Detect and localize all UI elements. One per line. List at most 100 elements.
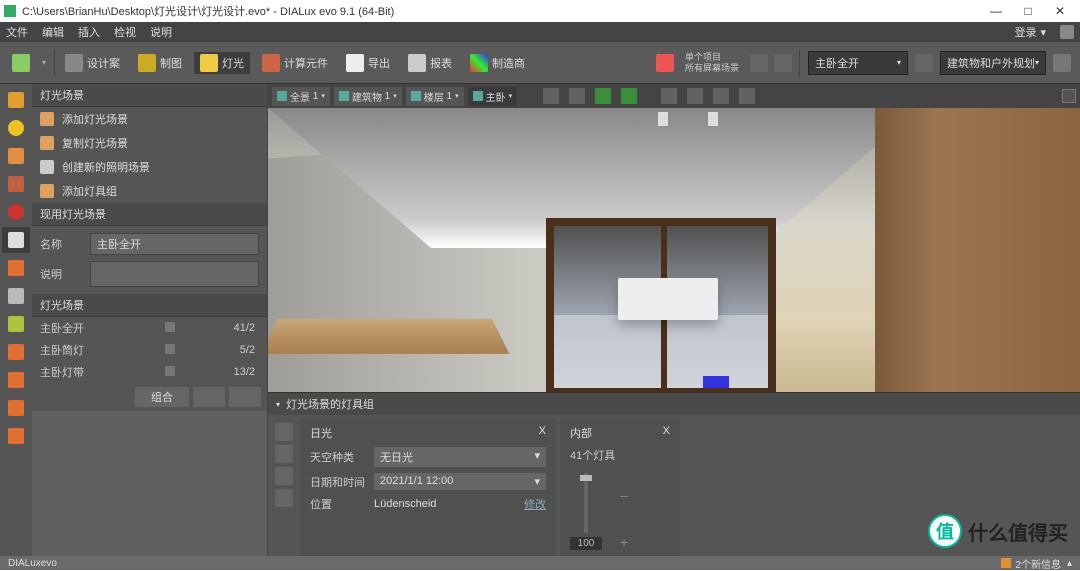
vtool-1[interactable] — [2, 87, 30, 113]
viewtool-5[interactable] — [661, 88, 677, 104]
viewport-3d[interactable] — [268, 108, 1080, 392]
vtool-3[interactable] — [2, 143, 30, 169]
desc-input[interactable] — [90, 261, 259, 287]
option-b-icon[interactable] — [774, 54, 792, 72]
save-button[interactable] — [6, 52, 40, 74]
bp-tool-settings-icon[interactable] — [275, 467, 293, 485]
checkbox-icon[interactable] — [165, 322, 175, 332]
dimmer-slider[interactable] — [584, 473, 588, 533]
login-caret-icon[interactable]: ▾ — [1040, 26, 1046, 39]
group-button-a — [193, 387, 225, 407]
vtool-4[interactable] — [2, 171, 30, 197]
vtool-scene[interactable] — [2, 227, 30, 253]
viewtool-3[interactable] — [595, 88, 611, 104]
save-caret-icon[interactable]: ▾ — [42, 58, 46, 67]
breadcrumb-building[interactable]: 建筑物 1▾ — [334, 87, 402, 106]
vtool-8[interactable] — [2, 283, 30, 309]
bp-tool-refresh-icon[interactable] — [275, 423, 293, 441]
mid-icon[interactable] — [915, 54, 933, 72]
close-button[interactable]: ✕ — [1044, 4, 1076, 18]
scene-row[interactable]: 主卧全开41/2 — [32, 317, 267, 339]
status-caret-icon[interactable]: ▴ — [1067, 558, 1072, 569]
notification-icon[interactable] — [1001, 558, 1011, 568]
tab-light[interactable]: 灯光 — [194, 52, 250, 74]
daylight-title: 日光 — [310, 425, 332, 441]
user-avatar-icon[interactable] — [1060, 25, 1074, 39]
viewtool-6[interactable] — [687, 88, 703, 104]
watermark-text: 什么值得买 — [968, 517, 1068, 546]
room-icon — [473, 91, 483, 101]
location-value: Lüdenscheid — [374, 498, 516, 510]
viewtool-7[interactable] — [713, 88, 729, 104]
dimmer-value[interactable]: 100 — [570, 537, 602, 550]
layout-dropdown[interactable]: 建筑物和户外规划▾ — [940, 51, 1046, 75]
minimize-button[interactable]: — — [980, 4, 1012, 18]
left-panel: 灯光场景 添加灯光场景 复制灯光场景 创建新的照明场景 添加灯具组 现用灯光场景… — [32, 84, 268, 556]
group-button[interactable]: 组合 — [135, 387, 189, 407]
slider-thumb-icon[interactable] — [580, 475, 592, 481]
viewtool-4[interactable] — [621, 88, 637, 104]
collapse-caret-icon[interactable]: ▾ — [276, 400, 280, 409]
scene-dropdown[interactable]: 主卧全开▾ — [808, 51, 908, 75]
window-titlebar: C:\Users\BrianHu\Desktop\灯光设计\灯光设计.evo* … — [0, 0, 1080, 22]
vtool-7[interactable] — [2, 255, 30, 281]
gizmo-icon[interactable] — [703, 376, 729, 388]
action-add-group[interactable]: 添加灯具组 — [32, 179, 267, 203]
location-edit-link[interactable]: 修改 — [524, 496, 546, 512]
menu-insert[interactable]: 插入 — [78, 24, 100, 40]
breadcrumb-panorama[interactable]: 全景 1▾ — [272, 87, 330, 106]
action-copy-scene[interactable]: 复制灯光场景 — [32, 131, 267, 155]
tab-manufacturer[interactable]: 制造商 — [464, 52, 531, 74]
sky-dropdown[interactable]: 无日光▾ — [374, 447, 546, 467]
bottom-panel-header[interactable]: ▾灯光场景的灯具组 — [268, 393, 1080, 415]
tab-design[interactable]: 设计案 — [59, 52, 126, 74]
option-a-icon[interactable] — [750, 54, 768, 72]
breadcrumb-room[interactable]: 主卧▾ — [468, 87, 518, 106]
vtool-13[interactable] — [2, 423, 30, 449]
vtool-10[interactable] — [2, 339, 30, 365]
render-bed — [268, 319, 509, 354]
action-new-lighting[interactable]: 创建新的照明场景 — [32, 155, 267, 179]
bp-tool-more-icon[interactable] — [275, 489, 293, 507]
dimmer-plus-icon[interactable]: + — [620, 534, 628, 550]
breadcrumb-floor[interactable]: 楼层 1▾ — [406, 87, 464, 106]
panel-toggle-icon[interactable] — [1053, 54, 1071, 72]
bp-tool-reset-icon[interactable] — [275, 445, 293, 463]
menu-file[interactable]: 文件 — [6, 24, 28, 40]
close-group-icon[interactable]: X — [663, 425, 670, 441]
menu-view[interactable]: 检视 — [114, 24, 136, 40]
name-input[interactable]: 主卧全开 — [90, 233, 259, 255]
login-link[interactable]: 登录 — [1014, 24, 1036, 40]
view-toolbar: 全景 1▾ 建筑物 1▾ 楼层 1▾ 主卧▾ — [268, 84, 1080, 108]
status-messages[interactable]: 2个新信息 — [1015, 556, 1061, 571]
vtool-5[interactable] — [2, 199, 30, 225]
datetime-dropdown[interactable]: 2021/1/1 12:00▾ — [374, 473, 546, 490]
add-scene-icon — [40, 112, 54, 126]
vtool-11[interactable] — [2, 367, 30, 393]
tab-drawing[interactable]: 制图 — [132, 52, 188, 74]
checkbox-icon[interactable] — [165, 344, 175, 354]
interior-title: 内部 — [570, 425, 592, 441]
tab-export[interactable]: 导出 — [340, 52, 396, 74]
menu-edit[interactable]: 编辑 — [42, 24, 64, 40]
action-add-scene[interactable]: 添加灯光场景 — [32, 107, 267, 131]
viewtool-1[interactable] — [543, 88, 559, 104]
copy-scene-icon — [40, 136, 54, 150]
scene-row[interactable]: 主卧灯带13/2 — [32, 361, 267, 383]
scene-row[interactable]: 主卧筒灯5/2 — [32, 339, 267, 361]
maximize-button[interactable]: □ — [1012, 4, 1044, 18]
viewtool-2[interactable] — [569, 88, 585, 104]
tab-report[interactable]: 报表 — [402, 52, 458, 74]
name-label: 名称 — [40, 236, 90, 252]
dimmer-minus-icon[interactable]: − — [620, 488, 628, 504]
close-group-icon[interactable]: X — [539, 425, 546, 441]
vtool-12[interactable] — [2, 395, 30, 421]
vtool-9[interactable] — [2, 311, 30, 337]
viewtool-8[interactable] — [739, 88, 755, 104]
checkbox-icon[interactable] — [165, 366, 175, 376]
play-single-icon[interactable] — [656, 54, 674, 72]
tab-calc[interactable]: 计算元件 — [256, 52, 334, 74]
vtool-bulb[interactable] — [2, 115, 30, 141]
viewport-expand-icon[interactable] — [1062, 89, 1076, 103]
menu-help[interactable]: 说明 — [150, 24, 172, 40]
